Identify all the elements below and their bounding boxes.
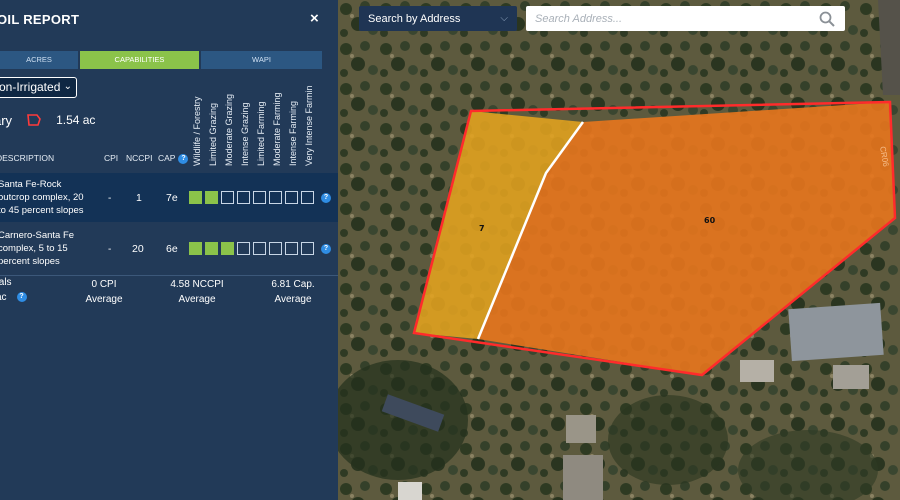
boundary-label: ary bbox=[0, 112, 13, 128]
total-cpi: 0 CPI Average bbox=[74, 277, 134, 307]
capability-box bbox=[221, 191, 234, 204]
cap-header-moderate-farming: Moderate Farming bbox=[272, 92, 282, 166]
chevron-down-icon: ⌄ bbox=[63, 81, 72, 92]
total-nccpi: 4.58 NCCPI Average bbox=[162, 277, 232, 307]
tab-acres[interactable]: ACRES bbox=[0, 51, 78, 69]
soil-description: Santa Fe-Rock outcrop complex, 20 to 45 … bbox=[0, 179, 84, 216]
cap-header-limited-farming: Limited Farming bbox=[256, 101, 266, 166]
help-icon[interactable]: ? bbox=[321, 244, 331, 254]
help-icon[interactable]: ? bbox=[16, 292, 27, 303]
capability-box bbox=[269, 191, 282, 204]
column-header-nccpi: NCCPI bbox=[126, 153, 153, 163]
panel-title: OIL REPORT bbox=[0, 12, 80, 27]
capability-box bbox=[189, 242, 202, 255]
boundary-summary: ary 1.54 ac bbox=[0, 111, 95, 129]
cap-header-very-intense-farming: Very Intense Farmin bbox=[304, 85, 314, 166]
soil-cap: 6e bbox=[166, 243, 178, 255]
cap-header-intense-grazing: Intense Grazing bbox=[240, 102, 250, 166]
soil-description: Carnero-Santa Fe complex, 5 to 15 percen… bbox=[0, 230, 75, 267]
irrigation-select[interactable]: on-Irrigated ⌄ bbox=[0, 77, 77, 98]
capability-box bbox=[285, 191, 298, 204]
soil-cpi: - bbox=[108, 244, 112, 255]
cap-header-limited-grazing: Limited Grazing bbox=[208, 102, 218, 166]
column-header-cap: CAP? bbox=[158, 153, 189, 164]
search-bar bbox=[526, 6, 845, 31]
capability-box bbox=[205, 191, 218, 204]
capability-box bbox=[237, 191, 250, 204]
search-mode-label: Search by Address bbox=[368, 12, 461, 25]
totals-acres-label: ac bbox=[0, 292, 7, 303]
cap-header-moderate-grazing: Moderate Grazing bbox=[224, 93, 234, 166]
report-tabs: ACRES CAPABILITIES WAPI bbox=[0, 51, 322, 69]
irrigation-select-value: on-Irrigated bbox=[0, 80, 61, 94]
soil-nccpi: 1 bbox=[136, 192, 142, 204]
total-cpi-sub: Average bbox=[85, 294, 123, 305]
table-row[interactable]: Carnero-Santa Fe complex, 5 to 15 percen… bbox=[0, 224, 338, 273]
soil-cpi: - bbox=[108, 193, 112, 204]
map-view[interactable]: 7 60 CR06 bbox=[338, 0, 900, 500]
chevron-down-icon: ⌵ bbox=[500, 13, 508, 24]
column-header-cap-label: CAP bbox=[158, 153, 176, 163]
soil-report-panel: OIL REPORT × ACRES CAPABILITIES WAPI on-… bbox=[0, 0, 338, 500]
capability-box bbox=[205, 242, 218, 255]
divider bbox=[0, 275, 338, 276]
capability-box bbox=[221, 242, 234, 255]
capability-box bbox=[253, 242, 266, 255]
total-nccpi-value: 4.58 NCCPI bbox=[170, 279, 224, 290]
satellite-imagery bbox=[338, 0, 900, 500]
capability-box bbox=[285, 242, 298, 255]
cap-header-wildlife-forestry: Wildlife / Forestry bbox=[192, 96, 202, 166]
table-row[interactable]: Santa Fe-Rock outcrop complex, 20 to 45 … bbox=[0, 173, 338, 222]
help-icon[interactable]: ? bbox=[178, 153, 189, 164]
capability-box bbox=[301, 191, 314, 204]
search-mode-select[interactable]: Search by Address ⌵ bbox=[359, 6, 517, 31]
search-address-input[interactable] bbox=[535, 12, 818, 25]
parcel-label-60: 60 bbox=[704, 216, 716, 225]
parcel-label-7: 7 bbox=[479, 224, 485, 233]
capability-boxes bbox=[189, 191, 314, 204]
total-nccpi-sub: Average bbox=[178, 294, 216, 305]
capability-box bbox=[237, 242, 250, 255]
soil-cap: 7e bbox=[166, 192, 178, 204]
capability-box bbox=[269, 242, 282, 255]
total-cap-sub: Average bbox=[274, 294, 312, 305]
totals-label: tals bbox=[0, 277, 12, 288]
totals-acres: ac? bbox=[0, 292, 27, 303]
capability-boxes bbox=[189, 242, 314, 255]
search-icon[interactable] bbox=[818, 10, 836, 28]
panel-header: OIL REPORT × bbox=[0, 0, 338, 40]
tab-capabilities[interactable]: CAPABILITIES bbox=[80, 51, 199, 69]
tab-wapi[interactable]: WAPI bbox=[201, 51, 322, 69]
total-cpi-value: 0 CPI bbox=[91, 279, 117, 290]
cap-header-intense-farming: Intense Farming bbox=[288, 100, 298, 166]
capability-box bbox=[301, 242, 314, 255]
capability-box bbox=[189, 191, 202, 204]
soil-nccpi: 20 bbox=[132, 243, 144, 255]
help-icon[interactable]: ? bbox=[321, 193, 331, 203]
close-icon[interactable]: × bbox=[310, 10, 319, 27]
column-header-cpi: CPI bbox=[104, 153, 119, 163]
total-cap: 6.81 Cap. Average bbox=[262, 277, 324, 307]
capability-box bbox=[253, 191, 266, 204]
boundary-area: 1.54 ac bbox=[56, 113, 96, 127]
total-cap-value: 6.81 Cap. bbox=[271, 279, 315, 290]
boundary-shape-icon bbox=[27, 114, 41, 126]
column-header-description: DESCRIPTION bbox=[0, 153, 55, 163]
